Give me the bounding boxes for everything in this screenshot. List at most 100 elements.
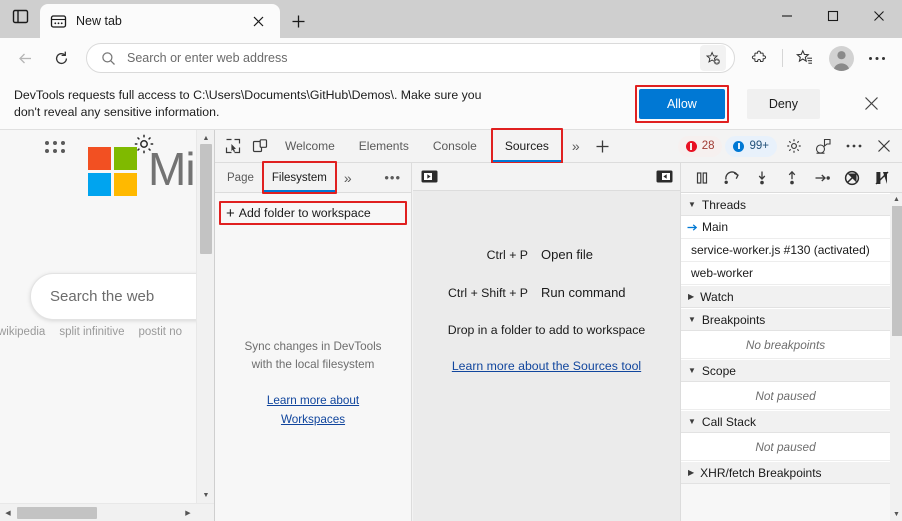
subtab-filesystem[interactable]: Filesystem: [263, 163, 335, 192]
app-grid-button[interactable]: [44, 140, 68, 156]
tab-elements[interactable]: Elements: [347, 130, 421, 162]
devtools-feedback-button[interactable]: [810, 133, 837, 160]
add-folder-to-workspace-button[interactable]: Add folder to workspace: [239, 206, 371, 220]
step-out-button[interactable]: [781, 167, 803, 189]
suggestion-item[interactable]: wikipedia: [0, 326, 45, 338]
show-debugger-icon: [656, 170, 672, 183]
plus-icon: [292, 15, 304, 27]
refresh-button[interactable]: [44, 42, 78, 74]
feedback-icon: [815, 138, 831, 154]
error-count-badge[interactable]: 28: [677, 135, 723, 157]
debugger-pane: ▼ Threads Main service-worker.js #130 (a…: [680, 163, 902, 521]
notification-close-button[interactable]: [854, 87, 888, 121]
sources-learn-more[interactable]: Learn more about the Sources tool: [413, 357, 680, 375]
learn-more-workspaces-line1[interactable]: Learn more about: [267, 394, 359, 407]
deactivate-breakpoints-button[interactable]: [841, 167, 863, 189]
show-debugger-button[interactable]: [655, 170, 673, 184]
debugger-scroll-down-arrow[interactable]: ▼: [890, 508, 902, 521]
window-minimize-button[interactable]: [764, 0, 810, 31]
collections-icon: [796, 49, 812, 64]
page-favicon-icon: [50, 14, 67, 28]
section-header-breakpoints[interactable]: ▼ Breakpoints: [681, 308, 890, 331]
allow-button[interactable]: Allow: [638, 88, 725, 119]
tab-elements-label: Elements: [358, 139, 409, 153]
inspect-element-button[interactable]: [219, 133, 246, 160]
minimize-icon: [782, 14, 792, 17]
subtab-page-label: Page: [227, 171, 254, 184]
debugger-scroll-up-arrow[interactable]: ▲: [890, 193, 902, 206]
microsoft-logo-icon: [88, 147, 137, 196]
tab-sources[interactable]: Sources: [492, 130, 561, 162]
deny-button[interactable]: Deny: [746, 88, 820, 119]
section-header-watch[interactable]: ▶ Watch: [681, 285, 890, 308]
thread-item-main[interactable]: Main: [681, 216, 890, 239]
add-tab-button[interactable]: [587, 130, 618, 162]
microsoft-wordmark: Mi: [148, 143, 196, 195]
section-header-scope[interactable]: ▼ Scope: [681, 359, 890, 382]
add-folder-highlight: + Add folder to workspace: [219, 201, 407, 225]
tab-welcome[interactable]: Welcome: [273, 130, 347, 162]
learn-more-workspaces-line2[interactable]: Workspaces: [281, 413, 345, 426]
step-icon: [815, 174, 830, 181]
tab-title: New tab: [76, 14, 122, 28]
shortcut-row: Ctrl + P Open file: [413, 247, 680, 262]
devtools-close-button[interactable]: [870, 133, 897, 160]
devtools-more-button[interactable]: [840, 133, 867, 160]
device-emulation-button[interactable]: [246, 133, 273, 160]
message-count-badge[interactable]: 99+: [725, 135, 777, 157]
collections-button[interactable]: [788, 42, 822, 74]
window-maximize-button[interactable]: [810, 0, 856, 31]
section-header-call-stack[interactable]: ▼ Call Stack: [681, 410, 890, 433]
show-navigator-button[interactable]: [420, 170, 438, 184]
navigator-options-button[interactable]: •••: [374, 170, 411, 185]
more-options-icon: [846, 144, 861, 148]
step-over-button[interactable]: [721, 167, 743, 189]
window-close-button[interactable]: [856, 0, 902, 31]
browser-settings-button[interactable]: [860, 42, 894, 74]
section-header-threads[interactable]: ▼ Threads: [681, 193, 890, 216]
scroll-left-arrow[interactable]: ◀: [0, 504, 16, 521]
address-input[interactable]: Search or enter web address: [86, 43, 735, 73]
step-button[interactable]: [811, 167, 833, 189]
debugger-vertical-scrollbar[interactable]: ▲ ▼: [890, 193, 902, 521]
back-button[interactable]: [8, 42, 42, 74]
page-vertical-scrollbar[interactable]: ▲ ▼: [196, 130, 214, 503]
tab-search-button[interactable]: [0, 0, 40, 38]
extensions-button[interactable]: [743, 42, 777, 74]
section-header-xhr-breakpoints[interactable]: ▶ XHR/fetch Breakpoints: [681, 461, 890, 484]
navigator-learn-more-link[interactable]: Learn more about Workspaces: [215, 391, 411, 429]
devtools-settings-button[interactable]: [780, 133, 807, 160]
drop-folder-hint: Drop in a folder to add to workspace: [447, 323, 646, 337]
suggestion-item[interactable]: postit no: [139, 326, 182, 338]
close-icon: [253, 16, 263, 26]
pause-on-exceptions-button[interactable]: [871, 167, 893, 189]
more-tabs-button[interactable]: »: [565, 130, 587, 162]
tab-console[interactable]: Console: [421, 130, 489, 162]
navigator-more-tabs-button[interactable]: »: [337, 162, 359, 194]
scroll-down-arrow[interactable]: ▼: [197, 487, 215, 503]
plus-icon: [596, 140, 609, 152]
profile-button[interactable]: [824, 42, 858, 74]
suggestion-item[interactable]: split infinitive: [59, 326, 124, 338]
debugger-scroll-thumb[interactable]: [892, 206, 902, 336]
step-out-icon: [788, 170, 796, 184]
section-title-scope: Scope: [701, 363, 736, 378]
tab-close-button[interactable]: [246, 9, 270, 33]
page-horizontal-scrollbar[interactable]: ◀ ▶: [0, 503, 214, 521]
browser-tab[interactable]: New tab: [40, 4, 280, 38]
new-tab-button[interactable]: [280, 4, 316, 38]
thread-item-service-worker[interactable]: service-worker.js #130 (activated): [681, 239, 890, 262]
section-title-call-stack: Call Stack: [701, 414, 756, 429]
sources-learn-more-link[interactable]: Learn more about the Sources tool: [452, 359, 641, 373]
step-into-button[interactable]: [751, 167, 773, 189]
chevron-double-right-icon: »: [343, 169, 352, 186]
page-horizontal-scroll-thumb[interactable]: [17, 507, 97, 519]
subtab-page[interactable]: Page: [219, 163, 262, 192]
pause-script-execution-button[interactable]: [691, 167, 713, 189]
page-vertical-scroll-thumb[interactable]: [200, 144, 212, 254]
scroll-right-arrow[interactable]: ▶: [180, 504, 196, 521]
add-favorite-button[interactable]: [700, 45, 726, 71]
page-search-input[interactable]: Search the web: [30, 273, 214, 320]
thread-item-web-worker[interactable]: web-worker: [681, 262, 890, 285]
close-icon: [874, 10, 884, 21]
